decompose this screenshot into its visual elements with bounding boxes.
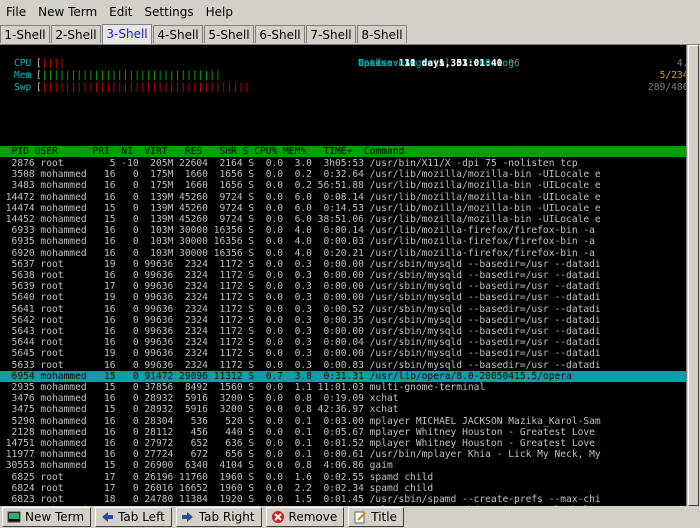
process-row[interactable]: 14452 mohammed 15 0 139M 45260 9724 S 0.…	[0, 214, 686, 225]
process-row[interactable]: 3475 mohammed 15 0 28932 5916 3200 S 0.0…	[0, 404, 686, 415]
uptime-line: Uptime: 11 days, 03:01:40	[358, 58, 503, 69]
tab-left-button[interactable]: Tab Left	[95, 507, 172, 527]
process-row[interactable]: 14472 mohammed 16 0 139M 45260 9724 S 0.…	[0, 192, 686, 203]
new-term-button[interactable]: New Term	[2, 507, 92, 527]
process-row[interactable]: 5637 root 19 0 99636 2324 1172 S 0.0 0.3…	[0, 259, 686, 270]
process-row[interactable]: 11977 mohammed 16 0 27724 672 656 S 0.0 …	[0, 449, 686, 460]
arrow-left-icon	[102, 512, 114, 522]
scrollbar[interactable]	[686, 45, 700, 506]
process-row[interactable]: 6824 root 17 0 26016 16652 1960 S 0.0 2.…	[0, 483, 686, 494]
process-row[interactable]: 5290 mohammed 16 0 28304 536 520 S 0.0 0…	[0, 416, 686, 427]
process-row[interactable]: 6920 mohammed 16 0 103M 30000 16356 S 0.…	[0, 248, 686, 259]
swp-value: 289/486MB	[648, 82, 686, 93]
process-row[interactable]: 5642 root 16 0 99636 2324 1172 S 0.0 0.3…	[0, 315, 686, 326]
process-row[interactable]: 2876 root 5 -10 205M 22604 2164 S 0.0 3.…	[0, 158, 686, 169]
process-row[interactable]: 5644 root 16 0 99636 2324 1172 S 0.0 0.3…	[0, 337, 686, 348]
tab-7-shell[interactable]: 7-Shell	[306, 25, 356, 43]
scrollbar-thumb[interactable]	[688, 45, 699, 506]
process-row[interactable]: 6825 root 17 0 26196 11760 1960 S 0.0 1.…	[0, 472, 686, 483]
remove-button[interactable]: Remove	[265, 507, 345, 527]
process-row[interactable]: 6954 mohammed 15 0 91472 29096 11312 S 0…	[0, 370, 686, 382]
process-row[interactable]: 5633 root 16 0 99636 2324 1172 S 0.0 0.3…	[0, 360, 686, 371]
cpu-bar: ||||	[41, 58, 65, 69]
bottom-toolbar: New Term Tab Left Tab Right Remove Title	[0, 506, 700, 528]
tab-5-shell[interactable]: 5-Shell	[204, 25, 254, 43]
mem-bar: |||||||||||||||||||||||||||||||	[41, 70, 221, 81]
process-row[interactable]: 5639 root 17 0 99636 2324 1172 S 0.0 0.3…	[0, 281, 686, 292]
terminal[interactable]: CPU[||||4.5% Mem[|||||||||||||||||||||||…	[0, 45, 686, 506]
menu-settings[interactable]: Settings	[138, 5, 199, 19]
process-row[interactable]: 6823 root 18 0 24780 11384 1920 S 0.0 1.…	[0, 494, 686, 505]
mem-value: 5/234MB	[659, 70, 686, 81]
meters-panel: CPU[||||4.5% Mem[|||||||||||||||||||||||…	[14, 58, 686, 94]
process-row[interactable]: 3483 mohammed 16 0 175M 1660 1656 S 0.0 …	[0, 180, 686, 191]
process-row[interactable]: 2935 mohammed 15 0 37856 8492 1560 S 0.0…	[0, 382, 686, 393]
new-term-label: New Term	[25, 510, 85, 524]
terminal-icon	[7, 511, 21, 523]
remove-label: Remove	[288, 510, 338, 524]
process-row[interactable]: 14474 mohammed 15 0 139M 45260 9724 S 0.…	[0, 203, 686, 214]
process-row[interactable]: 6935 mohammed 16 0 103M 30000 16356 S 0.…	[0, 236, 686, 247]
process-row[interactable]: 3508 mohammed 16 0 175M 1660 1656 S 0.0 …	[0, 169, 686, 180]
title-button[interactable]: Title	[348, 507, 404, 527]
process-row[interactable]: 2128 mohammed 16 0 28112 456 440 S 0.0 0…	[0, 427, 686, 438]
menu-file[interactable]: File	[0, 5, 32, 19]
process-row[interactable]: 14751 mohammed 16 0 27972 652 636 S 0.0 …	[0, 438, 686, 449]
process-row[interactable]: 5641 root 16 0 99636 2324 1172 S 0.0 0.3…	[0, 304, 686, 315]
process-row[interactable]: 5645 root 19 0 99636 2324 1172 S 0.0 0.3…	[0, 348, 686, 359]
remove-icon	[271, 511, 284, 523]
title-label: Title	[371, 510, 397, 524]
menu-new-term[interactable]: New Term	[32, 5, 103, 19]
tab-8-shell[interactable]: 8-Shell	[357, 25, 407, 43]
tab-1-shell[interactable]: 1-Shell	[0, 25, 50, 43]
tab-left-label: Tab Left	[118, 510, 165, 524]
tab-4-shell[interactable]: 4-Shell	[153, 25, 203, 43]
process-row[interactable]: 6933 mohammed 16 0 103M 30000 16356 S 0.…	[0, 225, 686, 236]
tab-3-shell[interactable]: 3-Shell	[102, 24, 152, 44]
tab-right-label: Tab Right	[198, 510, 255, 524]
tab-right-button[interactable]: Tab Right	[175, 507, 262, 527]
tab-6-shell[interactable]: 6-Shell	[255, 25, 305, 43]
process-row[interactable]: 5640 root 19 0 99636 2324 1172 S 0.0 0.3…	[0, 292, 686, 303]
menu-help[interactable]: Help	[200, 5, 239, 19]
menu-edit[interactable]: Edit	[103, 5, 138, 19]
process-table-header[interactable]: PID USER PRI NI VIRT RES SHR S CPU% MEM%…	[0, 146, 686, 157]
menu-bar: File New Term Edit Settings Help	[0, 0, 700, 24]
process-row[interactable]: 5638 root 16 0 99636 2324 1172 S 0.0 0.3…	[0, 270, 686, 281]
swp-bar: ||||||||||||||||||||||||||||||||||||	[41, 82, 250, 93]
process-row[interactable]: 3476 mohammed 16 0 28932 5916 3200 S 0.0…	[0, 393, 686, 404]
edit-title-icon	[354, 511, 366, 524]
process-row[interactable]: 30553 mohammed 15 0 26900 6340 4104 S 0.…	[0, 460, 686, 471]
mem-meter: Mem [||||||||||||||||||||||||||||||| 5/234…	[14, 70, 686, 82]
arrow-right-icon	[181, 512, 193, 522]
tab-2-shell[interactable]: 2-Shell	[51, 25, 101, 43]
process-row[interactable]: 5643 root 16 0 99636 2324 1172 S 0.0 0.3…	[0, 326, 686, 337]
swp-meter: Swp [||||||||||||||||||||||||||||||||||||…	[14, 82, 686, 94]
tab-bar: 1-Shell 2-Shell 3-Shell 4-Shell 5-Shell …	[0, 24, 700, 45]
